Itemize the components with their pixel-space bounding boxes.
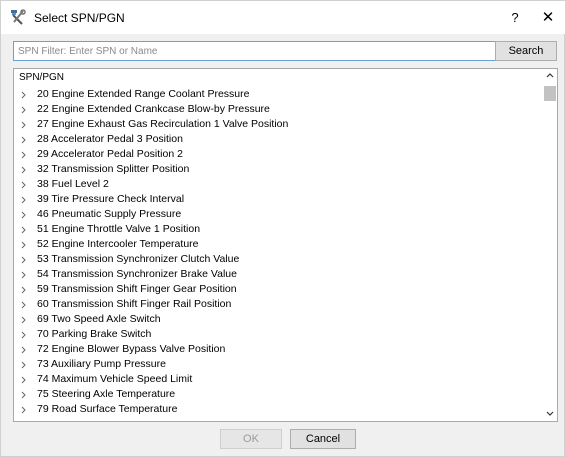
chevron-right-icon[interactable] (19, 87, 29, 102)
tree-header: SPN/PGN (19, 72, 65, 83)
scrollbar-thumb[interactable] (544, 86, 556, 101)
chevron-right-icon[interactable] (19, 237, 29, 252)
tree-row[interactable]: 72 Engine Blower Bypass Valve Position (14, 342, 544, 357)
tree-row-label: 75 Steering Axle Temperature (37, 388, 176, 400)
tree-row[interactable]: 73 Auxiliary Pump Pressure (14, 357, 544, 372)
tree-row[interactable]: 69 Two Speed Axle Switch (14, 312, 544, 327)
chevron-right-icon[interactable] (19, 282, 29, 297)
chevron-right-icon[interactable] (19, 177, 29, 192)
window-title: Select SPN/PGN (34, 11, 125, 25)
chevron-right-icon[interactable] (19, 387, 29, 402)
ok-button[interactable]: OK (220, 429, 282, 449)
tree-row[interactable]: 27 Engine Exhaust Gas Recirculation 1 Va… (14, 117, 544, 132)
chevron-right-icon[interactable] (19, 372, 29, 387)
tree-row[interactable]: 39 Tire Pressure Check Interval (14, 192, 544, 207)
tree-row-label: 46 Pneumatic Supply Pressure (37, 208, 182, 220)
chevron-right-icon[interactable] (19, 147, 29, 162)
tree-row-label: 72 Engine Blower Bypass Valve Position (37, 343, 226, 355)
tree-row-label: 51 Engine Throttle Valve 1 Position (37, 223, 201, 235)
chevron-right-icon[interactable] (19, 342, 29, 357)
tree-row-label: 22 Engine Extended Crankcase Blow-by Pre… (37, 103, 270, 115)
tree-row-label: 79 Road Surface Temperature (37, 403, 178, 415)
tree-row-label: 70 Parking Brake Switch (37, 328, 152, 340)
spn-pgn-tree[interactable]: SPN/PGN 20 Engine Extended Range Coolant… (13, 68, 558, 422)
chevron-right-icon[interactable] (19, 162, 29, 177)
tree-row-label: 29 Accelerator Pedal Position 2 (37, 148, 183, 160)
chevron-right-icon[interactable] (19, 207, 29, 222)
tree-row-label: 39 Tire Pressure Check Interval (37, 193, 185, 205)
chevron-right-icon[interactable] (19, 297, 29, 312)
help-button[interactable]: ? (500, 6, 530, 30)
title-bar: Select SPN/PGN ? ✕ (1, 1, 565, 34)
tree-row-label: 59 Transmission Shift Finger Gear Positi… (37, 283, 237, 295)
chevron-right-icon[interactable] (19, 327, 29, 342)
tree-row-label: 53 Transmission Synchronizer Clutch Valu… (37, 253, 240, 265)
tree-row-label: 20 Engine Extended Range Coolant Pressur… (37, 88, 250, 100)
tree-row-label: 69 Two Speed Axle Switch (37, 313, 161, 325)
tree-row[interactable]: 20 Engine Extended Range Coolant Pressur… (14, 87, 544, 102)
tree-row[interactable]: 22 Engine Extended Crankcase Blow-by Pre… (14, 102, 544, 117)
tree-row-label: 60 Transmission Shift Finger Rail Positi… (37, 298, 232, 310)
chevron-right-icon[interactable] (19, 252, 29, 267)
chevron-right-icon[interactable] (19, 357, 29, 372)
tree-row[interactable]: 74 Maximum Vehicle Speed Limit (14, 372, 544, 387)
tree-row-label: 52 Engine Intercooler Temperature (37, 238, 199, 250)
tree-row[interactable]: 53 Transmission Synchronizer Clutch Valu… (14, 252, 544, 267)
vertical-scrollbar[interactable] (543, 69, 557, 421)
tree-row-label: 28 Accelerator Pedal 3 Position (37, 133, 183, 145)
cancel-button[interactable]: Cancel (290, 429, 356, 449)
chevron-right-icon[interactable] (19, 267, 29, 282)
tree-row-label: 74 Maximum Vehicle Speed Limit (37, 373, 193, 385)
tree-row-label: 73 Auxiliary Pump Pressure (37, 358, 166, 370)
chevron-right-icon[interactable] (19, 132, 29, 147)
tree-row[interactable]: 51 Engine Throttle Valve 1 Position (14, 222, 544, 237)
tree-row[interactable]: 54 Transmission Synchronizer Brake Value (14, 267, 544, 282)
tree-row[interactable]: 60 Transmission Shift Finger Rail Positi… (14, 297, 544, 312)
tree-row[interactable]: 52 Engine Intercooler Temperature (14, 237, 544, 252)
tree-row[interactable]: 59 Transmission Shift Finger Gear Positi… (14, 282, 544, 297)
tree-row[interactable]: 75 Steering Axle Temperature (14, 387, 544, 402)
tree-row[interactable]: 70 Parking Brake Switch (14, 327, 544, 342)
tree-row[interactable]: 79 Road Surface Temperature (14, 402, 544, 417)
tree-row-label: 54 Transmission Synchronizer Brake Value (37, 268, 237, 280)
tree-row-label: 32 Transmission Splitter Position (37, 163, 190, 175)
tree-row-label: 38 Fuel Level 2 (37, 178, 109, 190)
search-button[interactable]: Search (495, 41, 557, 61)
close-button[interactable]: ✕ (531, 6, 565, 30)
tree-row-label: 27 Engine Exhaust Gas Recirculation 1 Va… (37, 118, 289, 130)
tools-icon (10, 9, 26, 25)
tree-row[interactable]: 29 Accelerator Pedal Position 2 (14, 147, 544, 162)
spn-filter-input[interactable] (13, 41, 496, 61)
tree-row[interactable]: 32 Transmission Splitter Position (14, 162, 544, 177)
scroll-up-icon[interactable] (543, 69, 557, 83)
chevron-right-icon[interactable] (19, 402, 29, 417)
chevron-right-icon[interactable] (19, 102, 29, 117)
chevron-right-icon[interactable] (19, 222, 29, 237)
select-spn-pgn-dialog: Select SPN/PGN ? ✕ Search SPN/PGN 20 Eng… (0, 0, 565, 457)
chevron-right-icon[interactable] (19, 117, 29, 132)
tree-row[interactable]: 38 Fuel Level 2 (14, 177, 544, 192)
tree-row[interactable]: 28 Accelerator Pedal 3 Position (14, 132, 544, 147)
chevron-right-icon[interactable] (19, 192, 29, 207)
chevron-right-icon[interactable] (19, 312, 29, 327)
scroll-down-icon[interactable] (543, 407, 557, 421)
tree-rows: 20 Engine Extended Range Coolant Pressur… (14, 87, 544, 417)
tree-row[interactable]: 46 Pneumatic Supply Pressure (14, 207, 544, 222)
